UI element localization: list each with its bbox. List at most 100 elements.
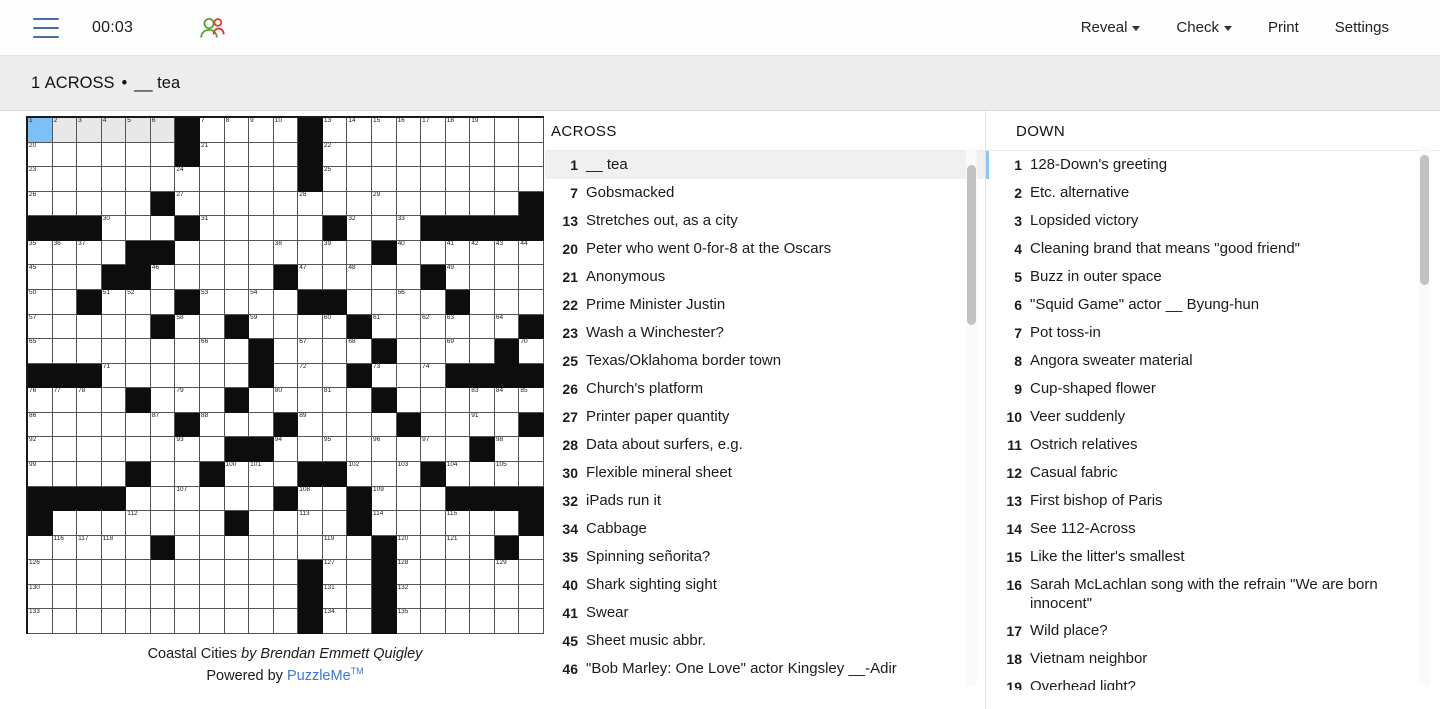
grid-cell[interactable]: [199, 486, 225, 512]
grid-cell[interactable]: 51: [101, 289, 127, 315]
hamburger-menu-icon[interactable]: [33, 17, 59, 38]
grid-cell[interactable]: 14: [347, 118, 372, 143]
grid-cell[interactable]: 74: [421, 363, 446, 389]
grid-cell[interactable]: 129: [494, 560, 520, 585]
grid-cell[interactable]: 103: [396, 461, 422, 487]
grid-cell[interactable]: [126, 339, 151, 364]
grid-cell[interactable]: [347, 240, 372, 266]
grid-cell[interactable]: [519, 142, 544, 168]
grid-cell[interactable]: 91: [470, 412, 495, 438]
grid-cell[interactable]: 13: [322, 118, 348, 143]
grid-cell[interactable]: [77, 265, 102, 290]
grid-cell[interactable]: 99: [28, 461, 53, 487]
grid-cell[interactable]: 102: [347, 461, 372, 487]
grid-cell[interactable]: 64: [494, 314, 520, 340]
grid-cell[interactable]: 89: [298, 412, 323, 438]
grid-cell[interactable]: [421, 142, 446, 168]
grid-cell[interactable]: [396, 339, 422, 364]
clue-item[interactable]: 1 128-Down's greeting: [986, 151, 1440, 179]
grid-cell[interactable]: 101: [249, 461, 274, 487]
grid-cell[interactable]: 24: [175, 167, 200, 192]
grid-cell[interactable]: [150, 461, 176, 487]
clue-item[interactable]: 4 Cleaning brand that means "good friend": [986, 235, 1440, 263]
grid-cell[interactable]: [224, 289, 250, 315]
grid-cell[interactable]: 27: [175, 191, 200, 217]
grid-cell[interactable]: [249, 609, 274, 634]
grid-cell[interactable]: [126, 216, 151, 241]
grid-cell[interactable]: [249, 142, 274, 168]
grid-cell[interactable]: [175, 240, 200, 266]
grid-cell[interactable]: [273, 191, 299, 217]
grid-cell[interactable]: [298, 314, 323, 340]
grid-cell[interactable]: 114: [371, 511, 397, 536]
grid-cell[interactable]: [126, 584, 151, 610]
grid-cell[interactable]: 94: [273, 437, 299, 462]
grid-cell[interactable]: [101, 167, 127, 192]
grid-cell[interactable]: [519, 461, 544, 487]
grid-cell[interactable]: [445, 142, 471, 168]
grid-cell[interactable]: 78: [77, 388, 102, 413]
grid-cell[interactable]: [175, 461, 200, 487]
grid-cell[interactable]: [396, 437, 422, 462]
grid-cell[interactable]: 45: [28, 265, 53, 290]
grid-cell[interactable]: [347, 437, 372, 462]
grid-cell[interactable]: 7: [199, 118, 225, 143]
grid-cell[interactable]: [77, 142, 102, 168]
grid-cell[interactable]: [519, 437, 544, 462]
grid-cell[interactable]: 77: [52, 388, 78, 413]
grid-cell[interactable]: [298, 437, 323, 462]
grid-cell[interactable]: [52, 339, 78, 364]
grid-cell[interactable]: 65: [28, 339, 53, 364]
grid-cell[interactable]: [249, 511, 274, 536]
grid-cell[interactable]: [77, 609, 102, 634]
grid-cell[interactable]: 61: [371, 314, 397, 340]
grid-cell[interactable]: 108: [298, 486, 323, 512]
grid-cell[interactable]: [445, 388, 471, 413]
grid-cell[interactable]: [273, 363, 299, 389]
grid-cell[interactable]: [494, 584, 520, 610]
grid-cell[interactable]: [494, 412, 520, 438]
grid-cell[interactable]: 32: [347, 216, 372, 241]
grid-cell[interactable]: [273, 560, 299, 585]
grid-cell[interactable]: [494, 289, 520, 315]
grid-cell[interactable]: [421, 535, 446, 561]
clue-item[interactable]: 19 Overhead light?: [986, 673, 1440, 690]
grid-cell[interactable]: [519, 535, 544, 561]
grid-cell[interactable]: [150, 584, 176, 610]
grid-cell[interactable]: [470, 167, 495, 192]
clue-item[interactable]: 12 Casual fabric: [986, 459, 1440, 487]
grid-cell[interactable]: [175, 560, 200, 585]
grid-cell[interactable]: [101, 240, 127, 266]
grid-cell[interactable]: [199, 265, 225, 290]
grid-cell[interactable]: [175, 265, 200, 290]
grid-cell[interactable]: [199, 437, 225, 462]
grid-cell[interactable]: [77, 437, 102, 462]
grid-cell[interactable]: [421, 339, 446, 364]
grid-cell[interactable]: [126, 142, 151, 168]
grid-cell[interactable]: 43: [494, 240, 520, 266]
grid-cell[interactable]: [494, 511, 520, 536]
grid-cell[interactable]: [347, 609, 372, 634]
grid-cell[interactable]: 33: [396, 216, 422, 241]
grid-cell[interactable]: [396, 265, 422, 290]
grid-cell[interactable]: 71: [101, 363, 127, 389]
grid-cell[interactable]: [519, 289, 544, 315]
grid-cell[interactable]: [421, 486, 446, 512]
grid-cell[interactable]: [101, 461, 127, 487]
grid-cell[interactable]: [249, 584, 274, 610]
grid-cell[interactable]: 120: [396, 535, 422, 561]
grid-cell[interactable]: [445, 437, 471, 462]
grid-cell[interactable]: [126, 363, 151, 389]
grid-cell[interactable]: [77, 167, 102, 192]
grid-cell[interactable]: [371, 289, 397, 315]
clue-item[interactable]: 35 Spinning señorita?: [545, 543, 985, 571]
grid-cell[interactable]: [371, 167, 397, 192]
grid-cell[interactable]: [199, 535, 225, 561]
grid-cell[interactable]: 46: [150, 265, 176, 290]
grid-cell[interactable]: 17: [421, 118, 446, 143]
grid-cell[interactable]: [52, 167, 78, 192]
grid-cell[interactable]: 121: [445, 535, 471, 561]
grid-cell[interactable]: [52, 191, 78, 217]
grid-cell[interactable]: [322, 191, 348, 217]
grid-cell[interactable]: [470, 265, 495, 290]
